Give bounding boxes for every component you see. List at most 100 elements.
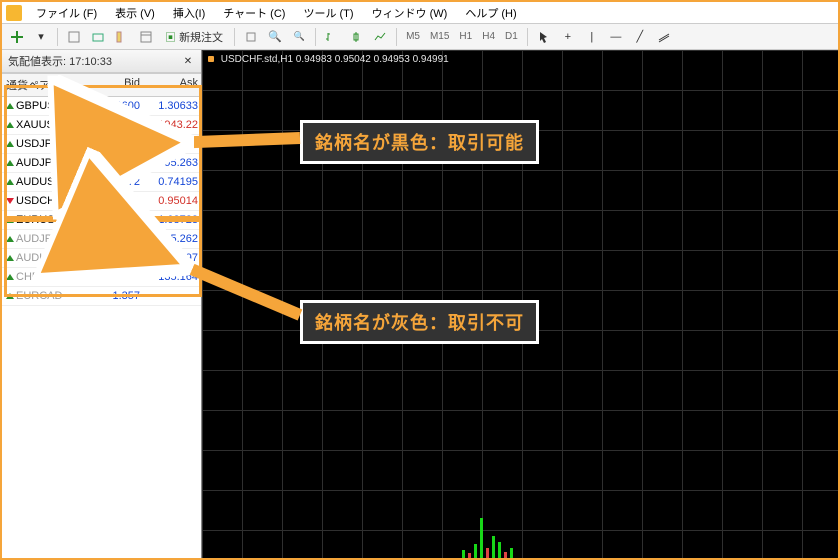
menu-chart[interactable]: チャート (C) <box>215 3 293 23</box>
symbol-cell[interactable]: EURUS... <box>2 211 86 229</box>
arrow-up-icon <box>6 236 14 242</box>
symbol-name: EURCAD <box>16 290 62 302</box>
bid-cell <box>86 268 144 286</box>
bid-cell: 1942.64 <box>86 116 144 134</box>
market-watch-row[interactable]: CHFJPY 135.164 <box>2 268 201 287</box>
market-watch-row[interactable]: AUDUSD 0.741720.74197 <box>2 249 201 268</box>
market-watch-row[interactable]: GBPUS...1.306001.30633 <box>2 97 201 116</box>
bid-cell: 0.94991 <box>86 192 144 210</box>
tf-m15[interactable]: M15 <box>426 29 453 44</box>
symbol-cell[interactable]: CHFJPY <box>2 268 86 286</box>
crosshair-tool[interactable]: + <box>557 27 579 47</box>
col-ask[interactable]: Ask <box>144 74 202 96</box>
col-bid[interactable]: Bid <box>86 74 144 96</box>
zoom-in-button[interactable]: 🔍 <box>264 27 286 47</box>
menu-file[interactable]: ファイル (F) <box>28 3 105 23</box>
symbol-cell[interactable]: USDJP... <box>2 135 86 153</box>
market-watch-row[interactable]: EURUS...1.087001.08723 <box>2 211 201 230</box>
bid-cell: 0.74172 <box>86 173 144 191</box>
ask-cell: 1.08723 <box>144 211 202 229</box>
trendline-tool[interactable]: ╱ <box>629 27 651 47</box>
bid-cell: 1.30600 <box>86 97 144 115</box>
market-watch-row[interactable]: EURCAD 1.357 <box>2 287 201 306</box>
toolbar: ▾ ▣ 新規注文 🔍 🔍 M5 M15 H1 H4 D1 <box>2 24 838 50</box>
menu-tool[interactable]: ツール (T) <box>295 3 361 23</box>
chart-candles <box>462 498 662 558</box>
arrow-up-icon <box>6 255 14 261</box>
vline-tool[interactable]: | <box>581 27 603 47</box>
market-watch-row[interactable]: AUDJP...95.263 <box>2 154 201 173</box>
symbol-name: CHFJPY <box>16 271 59 283</box>
ask-cell: 0.74197 <box>144 249 202 267</box>
market-watch-button[interactable] <box>87 27 109 47</box>
symbol-cell[interactable]: AUDUS... <box>2 173 86 191</box>
market-watch-row[interactable]: XAUUS...1942.641943.22 <box>2 116 201 135</box>
arrow-up-icon <box>6 293 14 299</box>
arrow-up-icon <box>6 179 14 185</box>
add-chart-button[interactable] <box>6 27 28 47</box>
tf-h4[interactable]: H4 <box>478 29 499 44</box>
symbol-name: USDCH... <box>16 195 64 207</box>
menubar: ファイル (F) 表示 (V) 挿入(I) チャート (C) ツール (T) ウ… <box>2 2 838 24</box>
dropdown-button[interactable]: ▾ <box>30 27 52 47</box>
channel-tool[interactable] <box>653 27 675 47</box>
ask-cell: 1943.22 <box>144 116 202 134</box>
chart-title: USDCHF.std,H1 0.94983 0.95042 0.94953 0.… <box>208 54 449 65</box>
chart-candle-button[interactable] <box>345 27 367 47</box>
market-watch-title-bar: 気配値表示: 17:10:33 ✕ <box>2 50 201 73</box>
symbol-cell[interactable]: XAUUS... <box>2 116 86 134</box>
ask-cell <box>144 287 202 305</box>
toolbar-separator <box>57 28 58 46</box>
menu-view[interactable]: 表示 (V) <box>107 3 163 23</box>
symbol-cell[interactable]: EURCAD <box>2 287 86 305</box>
chart-title-marker-icon <box>208 56 214 62</box>
symbol-cell[interactable]: AUDJP... <box>2 154 86 172</box>
col-symbol[interactable]: 通貨ペア <box>2 74 86 96</box>
zoom-out-button[interactable]: 🔍 <box>288 27 310 47</box>
tf-m5[interactable]: M5 <box>402 29 424 44</box>
navigator-button[interactable] <box>111 27 133 47</box>
hline-tool[interactable]: — <box>605 27 627 47</box>
toolbar-separator <box>234 28 235 46</box>
chart-bar-button[interactable] <box>321 27 343 47</box>
symbol-name: AUDJPY <box>16 233 59 245</box>
ask-cell: 135.164 <box>144 268 202 286</box>
ask-cell: 128.49 <box>144 135 202 153</box>
symbol-cell[interactable]: USDCH... <box>2 192 86 210</box>
arrow-up-icon <box>6 274 14 280</box>
symbol-name: GBPUS... <box>16 100 64 112</box>
ask-cell: 0.74195 <box>144 173 202 191</box>
profiles-button[interactable] <box>63 27 85 47</box>
market-watch-row[interactable]: AUDJPY95.23695.262 <box>2 230 201 249</box>
menu-help[interactable]: ヘルプ (H) <box>457 3 524 23</box>
symbol-cell[interactable]: AUDJPY <box>2 230 86 248</box>
menu-insert[interactable]: 挿入(I) <box>165 3 213 23</box>
chart-line-button[interactable] <box>369 27 391 47</box>
new-order-button[interactable]: ▣ 新規注文 <box>159 27 229 47</box>
bid-cell: 1.357 <box>86 287 144 305</box>
symbol-name: USDJP... <box>16 138 60 150</box>
data-window-button[interactable] <box>135 27 157 47</box>
symbol-name: AUDUS... <box>16 176 64 188</box>
autotrade-button[interactable] <box>240 27 262 47</box>
tf-d1[interactable]: D1 <box>501 29 522 44</box>
arrow-up-icon <box>6 141 14 147</box>
market-watch-header: 通貨ペア Bid Ask <box>2 73 201 97</box>
arrow-up-icon <box>6 217 14 223</box>
toolbar-separator <box>315 28 316 46</box>
tf-h1[interactable]: H1 <box>455 29 476 44</box>
menu-window[interactable]: ウィンドウ (W) <box>364 3 456 23</box>
arrow-down-icon <box>6 198 14 204</box>
symbol-name: AUDJP... <box>16 157 60 169</box>
ask-cell: 0.95014 <box>144 192 202 210</box>
callout-black-tradeable: 銘柄名が黒色：取引可能 <box>300 120 539 164</box>
market-watch-row[interactable]: USDJP...128.2128.49 <box>2 135 201 154</box>
symbol-cell[interactable]: GBPUS... <box>2 97 86 115</box>
symbol-name: AUDUSD <box>16 252 62 264</box>
market-watch-row[interactable]: USDCH... 0.949910.95014 <box>2 192 201 211</box>
symbol-cell[interactable]: AUDUSD <box>2 249 86 267</box>
bid-cell: 0.74172 <box>86 249 144 267</box>
market-watch-row[interactable]: AUDUS... 0.741720.74195 <box>2 173 201 192</box>
cursor-tool[interactable] <box>533 27 555 47</box>
market-watch-close-button[interactable]: ✕ <box>181 54 195 68</box>
